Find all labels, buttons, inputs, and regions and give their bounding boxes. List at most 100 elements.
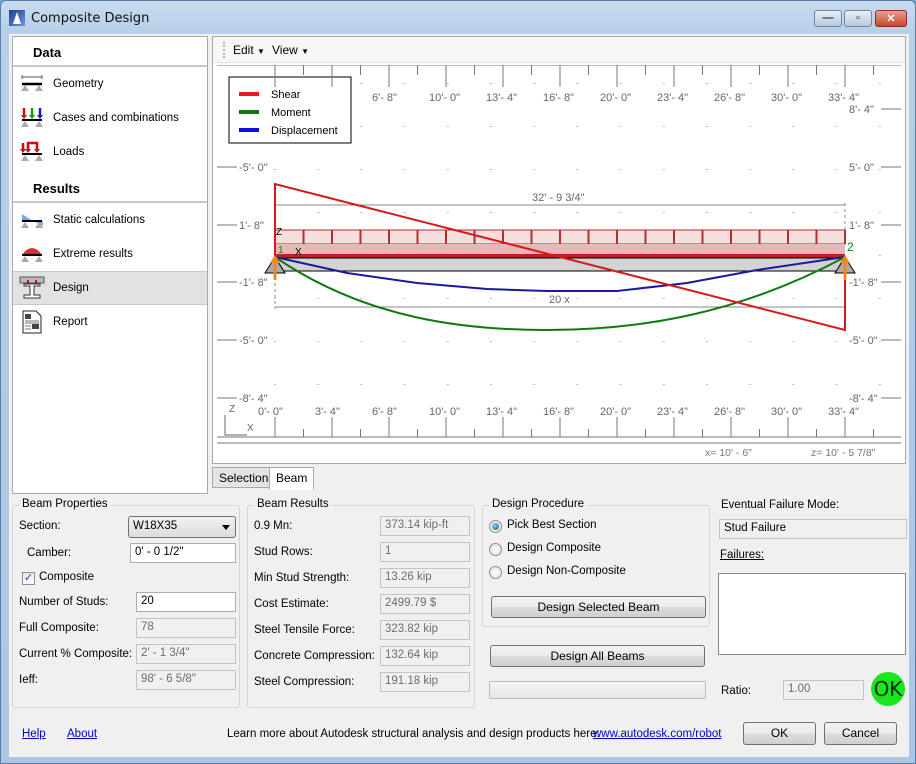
ok-button[interactable]: OK (743, 722, 816, 745)
sidebar-item-cases-and-combinations[interactable]: Cases and combinations (13, 101, 207, 135)
result-value: 1 (380, 542, 470, 562)
sidebar-item-label: Extreme results (53, 248, 133, 260)
design-composite-radio[interactable] (489, 543, 502, 556)
ieff-label: Ieff: (19, 674, 38, 686)
right-y-tick-label: 5'- 0" (849, 162, 874, 174)
maximize-button[interactable]: ▫ (844, 10, 872, 27)
edit-menu[interactable]: Edit ▼ (233, 43, 265, 57)
number-of-studs-field[interactable]: 20 (136, 592, 236, 612)
sidebar-item-label: Design (53, 282, 89, 294)
static-calculations-icon (21, 214, 43, 228)
stud-dimension-label: 20 x (549, 294, 570, 306)
close-button[interactable]: ✕ (875, 10, 907, 27)
minimize-icon: — (822, 12, 834, 24)
failure-mode-field: Stud Failure (719, 519, 907, 539)
pick-best-section-radio[interactable] (489, 520, 502, 533)
about-link[interactable]: About (67, 728, 97, 740)
sidebar-item-static-calculations[interactable]: Static calculations (13, 203, 207, 237)
grid-dot (317, 384, 320, 385)
composite-checkbox[interactable]: ✓ (22, 572, 35, 585)
view-menu[interactable]: View ▼ (272, 43, 309, 57)
right-y-tick-label: -5'- 0" (849, 335, 878, 347)
grid-dot (403, 298, 406, 299)
grid-dot (490, 384, 492, 385)
bottom-x-tick-label: 26'- 8" (714, 406, 745, 418)
grid-dot (792, 126, 795, 127)
grid-dot (792, 83, 795, 84)
sidebar-item-report[interactable]: Report (13, 305, 207, 339)
sidebar-section-results: Results (13, 173, 207, 203)
result-label: Steel Tensile Force: (254, 624, 355, 636)
tab-beam[interactable]: Beam (269, 467, 315, 490)
grid-dot (317, 212, 320, 213)
camber-field[interactable]: 0' - 0 1/2" (130, 543, 236, 563)
grid-dot (749, 126, 752, 127)
grid-dot (619, 212, 622, 213)
grid-dot (706, 126, 708, 127)
bottom-x-tick-label: 16'- 8" (543, 406, 574, 418)
right-axis-labels: 8'- 4" 5'- 0" 1'- 8" -1'- 8" -5'- 0" -8'- 4" (849, 104, 901, 405)
promo-text: Learn more about Autodesk structural ana… (227, 728, 600, 740)
sidebar-item-label: Static calculations (53, 214, 146, 226)
grid-dot (749, 212, 752, 213)
loads-icon (20, 141, 43, 161)
design-procedure-group: Design Procedure Pick Best Section Desig… (482, 498, 710, 627)
current-composite-field: 2' - 1 3/4" (136, 644, 236, 664)
design-selected-beam-button[interactable]: Design Selected Beam (491, 596, 706, 618)
sidebar-item-extreme-results[interactable]: Extreme results (13, 237, 207, 271)
grid-dot (619, 169, 622, 170)
chevron-down-icon: ▼ (301, 47, 310, 56)
grid-dot (403, 126, 406, 127)
section-select[interactable]: W18X35 (128, 516, 236, 538)
grid-dot (835, 384, 838, 385)
grid-dot (878, 169, 881, 170)
sidebar-item-design[interactable]: Design (13, 271, 207, 305)
diagram-toolbar: Edit ▼ View ▼ (213, 37, 905, 63)
grid-dot (749, 169, 752, 170)
grid-dot (446, 298, 449, 299)
grid-dot (360, 341, 363, 342)
grid-dot (360, 212, 363, 213)
result-label: Stud Rows: (254, 546, 313, 558)
span-dimension-label: 32' - 9 3/4" (532, 192, 585, 204)
window-title: Composite Design (31, 11, 150, 26)
grid-dot (360, 384, 363, 385)
grid-dot (490, 341, 492, 342)
design-non-composite-radio[interactable] (489, 566, 502, 579)
design-all-beams-button[interactable]: Design All Beams (490, 645, 705, 667)
grid-dot (878, 384, 881, 385)
grid-dot (360, 126, 363, 127)
grid-dot (619, 83, 622, 84)
grid-dot (317, 298, 320, 299)
toolbar-grip[interactable] (223, 42, 225, 58)
failures-list[interactable] (718, 573, 906, 655)
sidebar-item-loads[interactable]: Loads (13, 135, 207, 169)
tab-selection[interactable]: Selection (212, 467, 276, 488)
grid-dot (792, 298, 795, 299)
grid-dot (533, 212, 536, 213)
title-bar[interactable]: Composite Design — ▫ ✕ (1, 1, 915, 35)
sidebar-item-geometry[interactable]: Geometry (13, 67, 207, 101)
result-label: Cost Estimate: (254, 598, 329, 610)
beam-diagram-canvas[interactable]: Shear Moment Displacement 6'- 8" 10'- 0" 1… (217, 65, 901, 460)
top-x-tick-label: 10'- 0" (429, 92, 460, 104)
grid-dot (446, 212, 449, 213)
grid-dot (576, 341, 579, 342)
grid-dot (835, 298, 838, 299)
legend-label-moment: Moment (271, 107, 311, 119)
grid-dot (662, 341, 665, 342)
pick-best-section-label: Pick Best Section (507, 519, 597, 531)
grid-dot (835, 83, 838, 84)
minimize-button[interactable]: — (814, 10, 842, 27)
failure-mode-label: Eventual Failure Mode: (721, 499, 840, 511)
top-x-tick-label: 6'- 8" (372, 92, 397, 104)
help-link[interactable]: Help (22, 728, 46, 740)
autodesk-robot-link[interactable]: www.autodesk.com/robot (593, 728, 721, 740)
result-value: 373.14 kip-ft (380, 516, 470, 536)
right-y-tick-label: -1'- 8" (849, 277, 878, 289)
top-x-tick-label: 26'- 8" (714, 92, 745, 104)
cancel-button[interactable]: Cancel (824, 722, 897, 745)
grid-dot (490, 126, 492, 127)
cursor-z-readout: z= 10' - 5 7/8" (811, 447, 876, 459)
bottom-x-tick-label: 10'- 0" (429, 406, 460, 418)
